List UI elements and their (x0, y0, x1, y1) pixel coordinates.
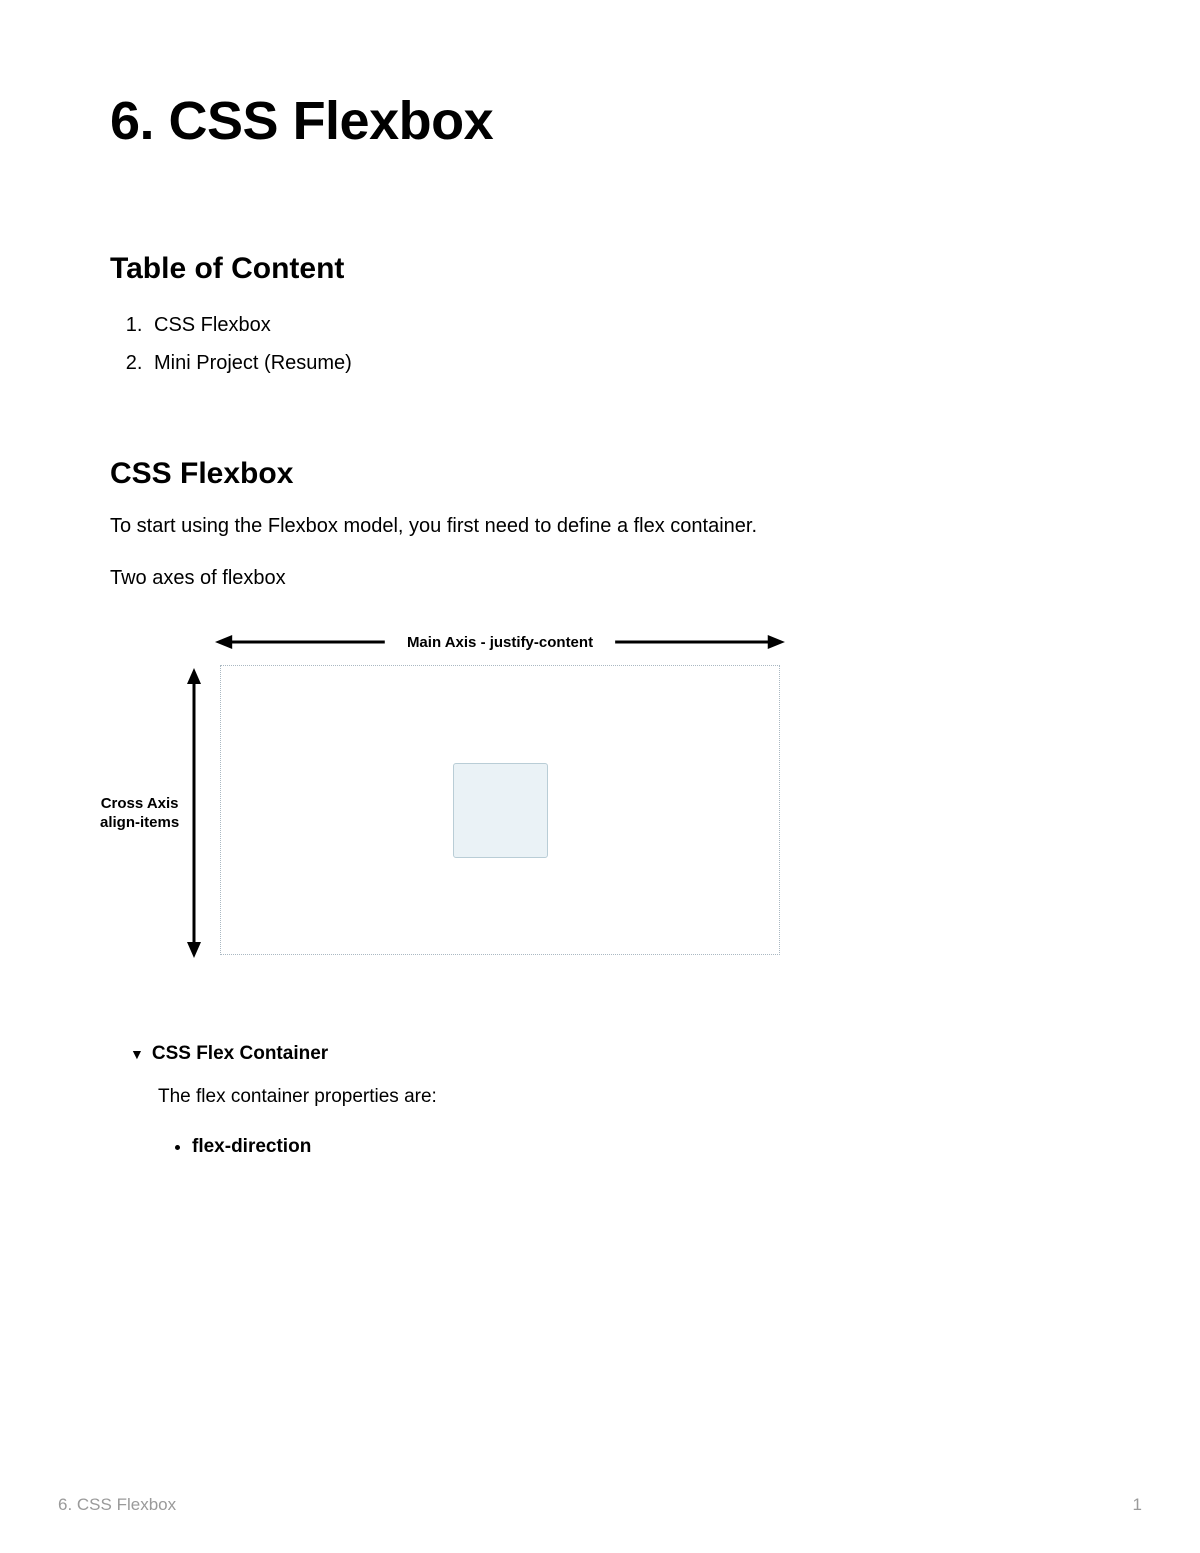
toc-item: Mini Project (Resume) (148, 344, 1090, 382)
cross-axis-label: Cross Axis align-items (100, 794, 179, 833)
chevron-down-icon: ▼ (130, 1047, 144, 1061)
flexbox-axes-diagram: Main Axis - justify-content Cross Axis a… (100, 633, 900, 963)
page-title: 6. CSS Flexbox (110, 90, 1090, 152)
collapsible-body: The flex container properties are: flex-… (158, 1083, 1090, 1164)
main-axis-label: Main Axis - justify-content (407, 634, 593, 651)
page-footer: 6. CSS Flexbox 1 (58, 1495, 1142, 1515)
toc-item: CSS Flexbox (148, 306, 1090, 344)
section-subintro: Two axes of flexbox (110, 563, 1090, 593)
collapsible-title: CSS Flex Container (152, 1043, 328, 1065)
toc-list: CSS Flexbox Mini Project (Resume) (110, 306, 1090, 382)
collapsible-section: ▼ CSS Flex Container The flex container … (130, 1043, 1090, 1164)
section-intro: To start using the Flexbox model, you fi… (110, 511, 1090, 541)
arrow-vertical-icon (185, 668, 203, 958)
section-heading: CSS Flexbox (110, 457, 1090, 491)
flex-item-box (453, 763, 548, 858)
collapsible-toggle[interactable]: ▼ CSS Flex Container (130, 1043, 1090, 1065)
main-axis-row: Main Axis - justify-content (215, 633, 785, 651)
footer-title: 6. CSS Flexbox (58, 1495, 176, 1515)
footer-page-number: 1 (1133, 1495, 1142, 1515)
cross-axis-col: Cross Axis align-items (100, 668, 210, 958)
arrow-left-icon (215, 633, 387, 651)
toc-heading: Table of Content (110, 252, 1090, 286)
flex-container-box (220, 665, 780, 955)
property-item: flex-direction (192, 1130, 1090, 1164)
collapsible-lead: The flex container properties are: (158, 1083, 1090, 1112)
property-list: flex-direction (158, 1130, 1090, 1164)
arrow-right-icon (613, 633, 785, 651)
